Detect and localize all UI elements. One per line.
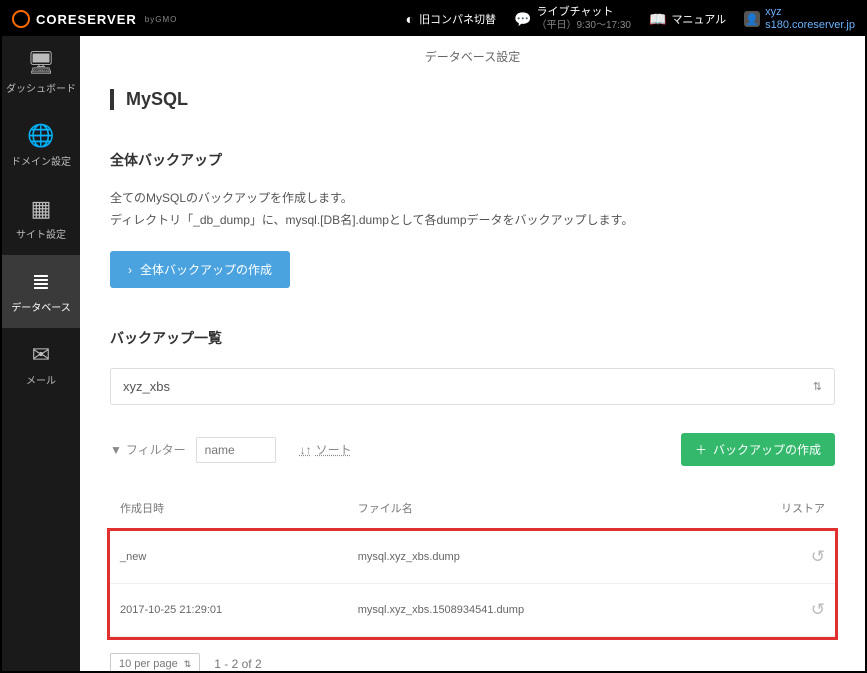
- chat-label: ライブチャット: [537, 6, 632, 19]
- cell-date: _new: [110, 531, 348, 584]
- cell-file: mysql.xyz_xbs.dump: [348, 531, 711, 584]
- button-label: 全体バックアップの作成: [140, 261, 272, 278]
- database-select[interactable]: xyz_xbs ⇅: [110, 368, 835, 405]
- topbar: CORESERVER byGMO ◐ 旧コンパネ切替 💬 ライブチャット （平日…: [2, 2, 865, 36]
- sort-link[interactable]: ↓↑ ソート: [300, 441, 352, 458]
- backup-all-text1: 全てのMySQLのバックアップを作成します。: [110, 188, 835, 210]
- button-label: バックアップの作成: [713, 441, 821, 458]
- backup-table: 作成日時 ファイル名 リストア _new mysql.xyz_xbs.dump …: [110, 486, 835, 637]
- table-row: _new mysql.xyz_xbs.dump ↺: [110, 531, 835, 584]
- brand-sub: byGMO: [145, 15, 178, 24]
- chevron-updown-icon: ⇅: [813, 380, 822, 393]
- sidebar-label: データベース: [11, 303, 71, 314]
- cell-file: mysql.xyz_xbs.1508934541.dump: [348, 584, 711, 637]
- pagination-range: 1 - 2 of 2: [214, 657, 261, 671]
- create-all-backup-button[interactable]: › 全体バックアップの作成: [110, 251, 290, 288]
- sidebar-item-domain[interactable]: 🌐 ドメイン設定: [2, 109, 80, 182]
- monitor-icon: 🖥: [6, 50, 76, 76]
- old-panel-label: 旧コンパネ切替: [419, 11, 496, 27]
- col-date: 作成日時: [110, 486, 348, 531]
- mail-icon: ✉: [6, 342, 76, 368]
- logo-icon: [12, 10, 30, 28]
- book-icon: 📖: [649, 11, 666, 28]
- plus-icon: ＋: [695, 441, 707, 458]
- restore-icon[interactable]: ↺: [811, 600, 825, 620]
- chevron-right-icon: ›: [128, 263, 132, 277]
- chevron-updown-icon: ⇅: [184, 659, 192, 670]
- create-backup-button[interactable]: ＋ バックアップの作成: [681, 433, 835, 466]
- user-name: xyz: [765, 6, 855, 19]
- manual-link[interactable]: 📖 マニュアル: [649, 11, 726, 28]
- page-title: MySQL: [110, 89, 835, 110]
- sidebar-label: ダッシュボード: [6, 84, 76, 95]
- old-panel-toggle[interactable]: ◐ 旧コンパネ切替: [406, 11, 496, 27]
- select-value: xyz_xbs: [123, 379, 170, 394]
- restore-icon[interactable]: ↺: [811, 547, 825, 567]
- toggle-icon: ◐: [406, 11, 414, 27]
- cell-date: 2017-10-25 21:29:01: [110, 584, 348, 637]
- sidebar-item-site[interactable]: ▦ サイト設定: [2, 182, 80, 255]
- sidebar-item-database[interactable]: ≣ データベース: [2, 255, 80, 328]
- breadcrumb: データベース設定: [80, 36, 865, 77]
- database-icon: ≣: [6, 269, 76, 295]
- manual-label: マニュアル: [671, 11, 726, 27]
- sidebar-label: ドメイン設定: [11, 157, 71, 168]
- user-menu[interactable]: 👤 xyz s180.coreserver.jp: [744, 6, 855, 32]
- sidebar-label: サイト設定: [16, 230, 66, 241]
- backup-all-title: 全体バックアップ: [110, 150, 835, 170]
- chat-icon: 💬: [514, 11, 531, 28]
- table-row: 2017-10-25 21:29:01 mysql.xyz_xbs.150893…: [110, 584, 835, 637]
- col-restore: リストア: [710, 486, 835, 531]
- logo[interactable]: CORESERVER byGMO: [12, 10, 177, 28]
- sidebar-item-mail[interactable]: ✉ メール: [2, 328, 80, 401]
- col-file: ファイル名: [348, 486, 711, 531]
- filter-icon: ▼: [110, 443, 122, 457]
- sidebar: 🖥 ダッシュボード 🌐 ドメイン設定 ▦ サイト設定 ≣ データベース ✉ メー…: [2, 36, 80, 671]
- grid-icon: ▦: [6, 196, 76, 222]
- per-page-select[interactable]: 10 per page ⇅: [110, 653, 200, 671]
- backup-list-title: バックアップ一覧: [110, 328, 835, 348]
- main-content: データベース設定 MySQL 全体バックアップ 全てのMySQLのバックアップを…: [80, 36, 865, 671]
- backup-all-text2: ディレクトリ「_db_dump」に、mysql.[DB名].dumpとして各du…: [110, 210, 835, 232]
- sidebar-label: メール: [26, 376, 56, 387]
- user-icon: 👤: [744, 11, 760, 27]
- globe-icon: 🌐: [6, 123, 76, 149]
- filter-input[interactable]: [196, 437, 276, 463]
- user-server: s180.coreserver.jp: [765, 19, 855, 32]
- sidebar-item-dashboard[interactable]: 🖥 ダッシュボード: [2, 36, 80, 109]
- chat-hours: （平日）9:30～17:30: [537, 20, 632, 32]
- brand-text: CORESERVER: [36, 12, 137, 27]
- filter-label: ▼ フィルター: [110, 441, 186, 458]
- sort-icon: ↓↑: [300, 443, 312, 457]
- live-chat[interactable]: 💬 ライブチャット （平日）9:30～17:30: [514, 6, 631, 31]
